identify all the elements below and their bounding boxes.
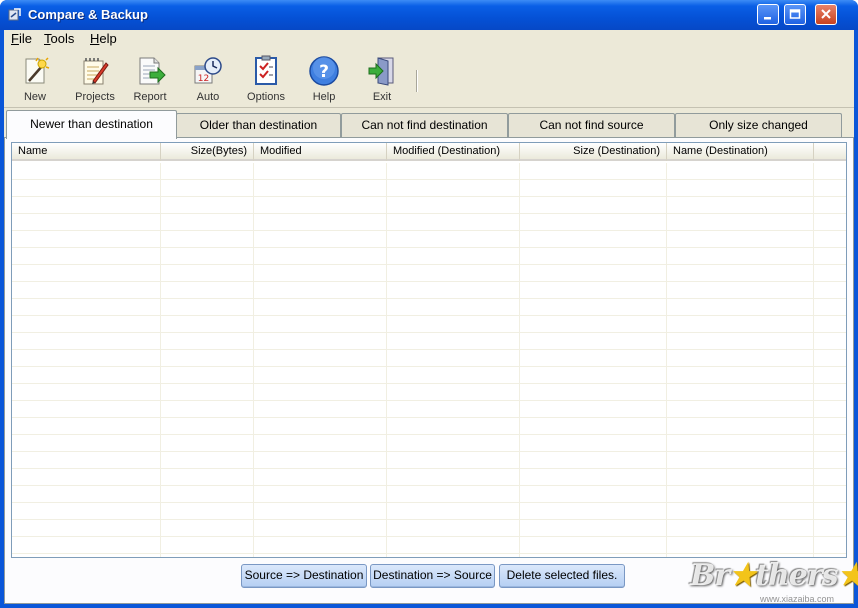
toolbar-separator (416, 70, 418, 92)
grid-line (12, 502, 846, 503)
list-body[interactable] (12, 163, 846, 557)
menu-file-label: ile (18, 31, 32, 46)
new-document-wand-icon (25, 57, 50, 84)
watermark-logo: Br★thers★ft (690, 558, 858, 593)
app-icon (8, 8, 21, 21)
toolbar-report-label: Report (133, 91, 167, 103)
grid-line (12, 230, 846, 231)
grid-line (813, 163, 814, 557)
svg-text:?: ? (319, 62, 329, 82)
toolbar-help-button[interactable]: ? Help (296, 51, 352, 105)
grid-line (12, 332, 846, 333)
tab-only-size-changed[interactable]: Only size changed (675, 113, 842, 138)
maximize-button[interactable] (784, 4, 806, 25)
tab-can-not-find-source[interactable]: Can not find source (508, 113, 675, 138)
toolbar-exit-label: Exit (372, 91, 392, 103)
watermark-text-start: Br (690, 558, 730, 593)
toolbar-help-label: Help (312, 91, 336, 103)
menu-help[interactable]: Help (87, 31, 120, 46)
checklist-icon (255, 55, 277, 85)
report-arrow-icon (139, 57, 166, 85)
grid-line (12, 400, 846, 401)
tab-older-than-destination[interactable]: Older than destination (176, 113, 341, 138)
grid-line (12, 213, 846, 214)
grid-line (666, 163, 667, 557)
tab-can-not-find-destination[interactable]: Can not find destination (341, 113, 508, 138)
tab-panel: Name Size(Bytes) Modified Modified (Dest… (4, 137, 854, 604)
grid-line (12, 485, 846, 486)
notepad-pencil-icon (83, 58, 109, 85)
watermark-star: ★ (729, 558, 756, 593)
grid-line (12, 553, 846, 554)
source-to-destination-button[interactable]: Source => Destination (241, 564, 367, 588)
grid-line (386, 163, 387, 557)
column-header-name[interactable]: Name (12, 143, 161, 161)
minimize-button[interactable] (757, 4, 779, 25)
tab-strip: Newer than destination Older than destin… (4, 110, 854, 139)
svg-text:12: 12 (198, 74, 209, 84)
menu-tools-label: ools (50, 31, 75, 46)
client-area: File Tools Help New Projects Report 12 A… (4, 30, 854, 604)
toolbar: New Projects Report 12 Auto Options ? He… (4, 48, 854, 108)
grid-line (12, 519, 846, 520)
column-header-modified[interactable]: Modified (254, 143, 387, 161)
list-header: Name Size(Bytes) Modified Modified (Dest… (12, 143, 846, 161)
window-title: Compare & Backup (28, 7, 148, 22)
menu-help-mnemonic: H (90, 31, 100, 46)
toolbar-options-label: Options (247, 91, 285, 103)
watermark-star: ★ (838, 558, 858, 593)
grid-line (519, 163, 520, 557)
menu-help-label: elp (99, 31, 117, 46)
grid-line (12, 451, 846, 452)
maximize-icon (789, 9, 801, 19)
file-list[interactable]: Name Size(Bytes) Modified Modified (Dest… (11, 142, 847, 558)
toolbar-report-button[interactable]: Report (122, 51, 178, 105)
grid-line (253, 163, 254, 557)
menu-file[interactable]: File (8, 31, 35, 46)
toolbar-projects-label: Projects (75, 91, 115, 103)
grid-line (12, 179, 846, 180)
grid-line (12, 315, 846, 316)
grid-line (12, 298, 846, 299)
grid-line (12, 536, 846, 537)
watermark-text-middle: thers (755, 558, 838, 593)
app-window: Compare & Backup File Tools Help New Pro… (0, 0, 858, 608)
column-header-name-destination[interactable]: Name (Destination) (667, 143, 814, 161)
menu-tools[interactable]: Tools (41, 31, 77, 46)
grid-line (12, 434, 846, 435)
delete-selected-files-button[interactable]: Delete selected files. (499, 564, 625, 588)
toolbar-new-button[interactable]: New (7, 51, 63, 105)
toolbar-exit-button[interactable]: Exit (354, 51, 410, 105)
grid-line (12, 366, 846, 367)
tab-newer-than-destination[interactable]: Newer than destination (6, 110, 177, 139)
toolbar-projects-button[interactable]: Projects (67, 51, 123, 105)
grid-line (160, 163, 161, 557)
title-bar[interactable]: Compare & Backup (0, 0, 858, 30)
help-question-icon: ? (309, 56, 339, 86)
toolbar-auto-button[interactable]: 12 Auto (180, 51, 236, 105)
grid-line (12, 349, 846, 350)
grid-line (12, 383, 846, 384)
grid-line (12, 281, 846, 282)
toolbar-options-button[interactable]: Options (238, 51, 294, 105)
watermark-url: www.xiazaiba.com (760, 594, 835, 604)
toolbar-auto-label: Auto (196, 91, 220, 103)
destination-to-source-button[interactable]: Destination => Source (370, 564, 495, 588)
column-header-modified-destination[interactable]: Modified (Destination) (387, 143, 520, 161)
grid-line (12, 468, 846, 469)
calendar-clock-icon: 12 (194, 57, 222, 84)
grid-line (12, 196, 846, 197)
grid-line (12, 417, 846, 418)
column-header-size-destination[interactable]: Size (Destination) (520, 143, 667, 161)
minimize-icon (764, 17, 771, 20)
grid-line (12, 247, 846, 248)
toolbar-new-label: New (23, 91, 46, 103)
column-header-size[interactable]: Size(Bytes) (161, 143, 254, 161)
menu-file-mnemonic: F (11, 31, 19, 46)
close-icon (821, 9, 831, 19)
grid-line (12, 264, 846, 265)
exit-door-icon (368, 57, 394, 86)
close-button[interactable] (815, 4, 837, 25)
menu-bar: File Tools Help (4, 30, 854, 48)
